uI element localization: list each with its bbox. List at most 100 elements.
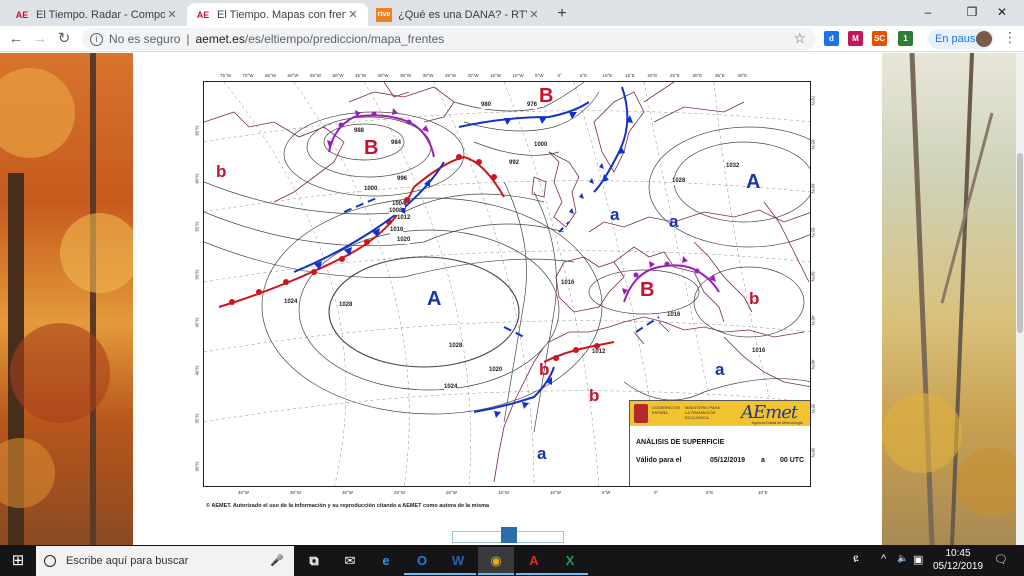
- isobar-label: 1024: [444, 384, 458, 391]
- extension-m-icon[interactable]: M: [848, 31, 863, 46]
- forward-button[interactable]: →: [30, 29, 50, 49]
- coordinate-tick-label: 15°W: [490, 73, 502, 78]
- excel-icon[interactable]: X: [552, 547, 588, 575]
- coordinate-tick-label: 25°W: [394, 490, 406, 495]
- coordinate-tick-label: 20°W: [446, 490, 458, 495]
- low-pressure-center: B: [539, 85, 554, 107]
- coordinate-tick-label: 35°N: [810, 403, 816, 414]
- isobar-label: 1028: [339, 302, 353, 309]
- coordinate-tick-label: 45°N: [810, 315, 816, 326]
- isobar-label: 1012: [592, 349, 606, 356]
- autumn-background-left: [0, 53, 133, 545]
- page-scrollbar[interactable]: [1016, 53, 1024, 545]
- occluded-front: [327, 108, 720, 303]
- coordinate-tick-label: 65°W: [265, 73, 277, 78]
- coat-of-arms-icon: [634, 404, 648, 423]
- tab-title: El Tiempo. Mapas con frentes - A: [217, 8, 346, 21]
- new-tab-button[interactable]: +: [552, 4, 572, 24]
- volume-icon[interactable]: 🔈: [897, 553, 908, 564]
- rtve-favicon-icon: rtve: [376, 7, 392, 22]
- isobar-label: 1012: [397, 215, 411, 222]
- aemet-logo: AEmet: [741, 402, 798, 423]
- coordinate-tick-label: 30°W: [422, 73, 434, 78]
- coordinate-tick-label: 40°E: [737, 73, 748, 78]
- coordinate-tick-label: 30°N: [194, 461, 200, 472]
- scrollbar-thumb[interactable]: [1017, 153, 1023, 333]
- mail-icon[interactable]: ✉: [332, 547, 368, 575]
- time-slider-handle[interactable]: [501, 527, 517, 543]
- secondary-low-center: b: [589, 386, 600, 405]
- coordinate-tick-label: 20°W: [467, 73, 479, 78]
- task-view-icon[interactable]: ⧉: [296, 547, 332, 575]
- info-icon[interactable]: i: [90, 32, 103, 46]
- outlook-icon[interactable]: O: [404, 547, 440, 575]
- tab-radar[interactable]: AE El Tiempo. Radar - Composición ✕: [6, 3, 187, 26]
- tab-rtve[interactable]: rtve ¿Qué es una DANA? - RTVE ✕: [368, 3, 549, 26]
- search-placeholder: Escribe aquí para buscar: [66, 555, 189, 567]
- browser-menu-icon[interactable]: ⋮: [1002, 29, 1018, 49]
- coordinate-tick-label: 35°W: [290, 490, 302, 495]
- tab-strip: AE El Tiempo. Radar - Composición ✕ AE E…: [0, 0, 1024, 26]
- close-tab-icon[interactable]: ✕: [346, 8, 360, 21]
- time-slider[interactable]: [452, 527, 564, 543]
- microphone-icon[interactable]: 🎤: [270, 554, 284, 567]
- isobar-label: 1020: [489, 367, 503, 374]
- close-window-button[interactable]: ✕: [980, 0, 1024, 26]
- coordinate-tick-label: 40°W: [238, 490, 250, 495]
- isobar-label: 1000: [364, 186, 378, 193]
- extension-badge-icon[interactable]: 1: [898, 31, 913, 46]
- coordinate-tick-label: 55°N: [810, 227, 816, 238]
- isobar-label: 1032: [726, 163, 740, 170]
- gobierno-label: GOBIERNO DE ESPAÑA: [652, 405, 681, 415]
- notifications-icon[interactable]: 🗨: [994, 553, 1008, 566]
- browser-toolbar: ← → ↻ i No es seguro | aemet.es /es/elti…: [0, 26, 1024, 52]
- coordinate-tick-label: 60°W: [287, 73, 299, 78]
- word-icon[interactable]: W: [440, 547, 476, 575]
- close-tab-icon[interactable]: ✕: [527, 8, 541, 21]
- edge-icon[interactable]: e: [368, 547, 404, 575]
- autumn-background-right: [882, 53, 1016, 545]
- isobar-label: 1016: [561, 280, 575, 287]
- coordinate-tick-label: 70°N: [810, 95, 816, 106]
- tab-mapas-frentes[interactable]: AE El Tiempo. Mapas con frentes - A ✕: [187, 3, 368, 26]
- chrome-icon[interactable]: ◉: [478, 547, 514, 575]
- isobar-label: 1008: [389, 208, 403, 215]
- coordinate-tick-label: 30°E: [692, 73, 703, 78]
- copyright-notice: © AEMET. Autorizado el uso de la informa…: [206, 503, 490, 509]
- tray-chevron-icon[interactable]: ^: [881, 553, 886, 565]
- extension-d-icon[interactable]: d: [824, 31, 839, 46]
- clock-time: 10:45: [945, 548, 971, 559]
- secondary-high-center: a: [610, 205, 620, 224]
- people-icon[interactable]: ዩ: [853, 553, 859, 566]
- coordinate-tick-label: 10°E: [602, 73, 613, 78]
- profile-paused-button[interactable]: En pausa: [928, 29, 994, 49]
- bookmark-star-icon[interactable]: ☆: [793, 30, 806, 47]
- start-button[interactable]: ⊞: [0, 545, 36, 576]
- isobar-label: 984: [391, 140, 402, 147]
- high-pressure-center: A: [746, 171, 761, 193]
- isobar-label: 1016: [752, 348, 766, 355]
- network-icon[interactable]: ▣: [913, 553, 923, 566]
- extension-sc-icon[interactable]: SC: [872, 31, 887, 46]
- coordinate-tick-label: 0°: [654, 490, 659, 495]
- close-tab-icon[interactable]: ✕: [165, 8, 179, 21]
- acrobat-icon[interactable]: A: [516, 547, 552, 575]
- address-bar[interactable]: i No es seguro | aemet.es /es/eltiempo/p…: [82, 28, 816, 50]
- coordinate-tick-label: 60°N: [194, 173, 200, 184]
- coordinate-tick-label: 35°N: [194, 413, 200, 424]
- profile-label: En pausa: [935, 33, 982, 45]
- taskbar-search[interactable]: Escribe aquí para buscar 🎤: [36, 546, 294, 576]
- coordinate-tick-label: 40°N: [194, 365, 200, 376]
- trough-markers: [569, 163, 604, 214]
- coordinate-tick-label: 30°N: [810, 447, 816, 458]
- coordinate-tick-label: 35°W: [400, 73, 412, 78]
- minimize-button[interactable]: –: [906, 0, 950, 26]
- coordinate-tick-label: 70°W: [242, 73, 254, 78]
- coordinate-tick-label: 20°E: [647, 73, 658, 78]
- isobar-label: 1028: [672, 178, 686, 185]
- isobar-label: 1024: [284, 299, 298, 306]
- separator: |: [186, 32, 190, 46]
- system-clock[interactable]: 10:45 05/12/2019: [930, 547, 986, 573]
- back-button[interactable]: ←: [6, 29, 26, 49]
- reload-button[interactable]: ↻: [54, 29, 74, 49]
